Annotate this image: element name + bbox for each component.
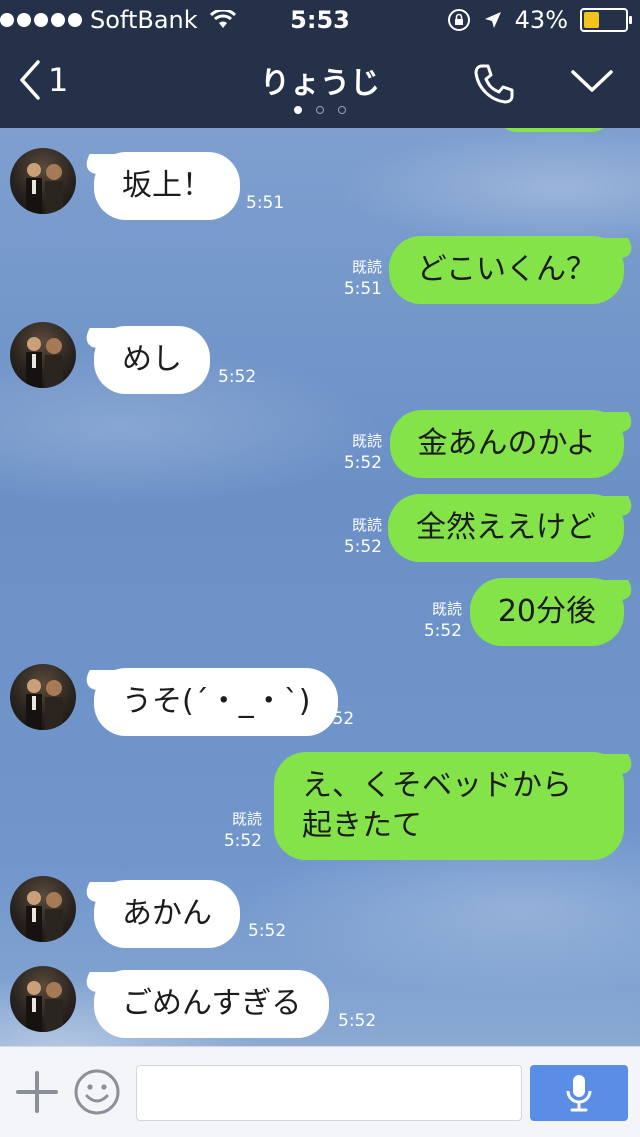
message-input-bar [0,1046,640,1137]
message-meta: 5:52 [316,708,354,730]
message-text: あかん [122,896,212,931]
message-text: どこいくん？ [416,252,596,287]
message-time: 5:52 [343,453,382,473]
message-text: ごめんすぎる [122,986,302,1021]
message-meta: 5:52 [338,1010,376,1032]
menu-toggle-button[interactable] [570,68,614,100]
message-bubble-outgoing[interactable]: 20分後 [469,578,624,646]
attach-button[interactable] [16,1071,58,1117]
message-time: 5:52 [338,1011,377,1031]
message-meta: 既読 5:52 [344,430,382,474]
avatar[interactable] [10,966,76,1032]
message-meta: 既読 5:52 [424,598,462,642]
message-time: 5:52 [316,709,355,729]
avatar[interactable] [10,876,76,942]
message-time: 5:51 [343,279,382,299]
message-time: 5:52 [248,921,287,941]
message-meta: 5:51 [246,192,284,214]
message-bubble-incoming[interactable]: めし [94,326,210,394]
message-text: え、くそベッドから起きたて [302,768,572,843]
page-dot [338,106,346,114]
avatar[interactable] [10,664,76,730]
message-time: 5:51 [246,193,285,213]
message-meta: 既読 5:51 [344,256,382,300]
message-meta: 既読 5:52 [344,514,382,558]
read-receipt: 既読 [351,258,382,276]
page-dot [316,106,324,114]
message-time: 5:52 [423,621,462,641]
battery-icon [580,8,632,32]
previous-message-bubble [498,128,610,132]
message-bubble-outgoing[interactable]: え、くそベッドから起きたて [274,752,624,860]
orientation-lock-icon [447,9,470,31]
message-text: 金あんのかよ [417,426,597,461]
message-meta: 5:52 [248,920,286,942]
sticker-button[interactable] [74,1069,120,1119]
smiley-icon [74,1069,120,1115]
plus-icon [16,1071,58,1113]
chat-header: 1 りょうじ [0,40,640,128]
message-text: 全然ええけど [416,510,596,545]
battery-percent: 43% [514,6,568,34]
message-bubble-incoming[interactable]: うそ(´・_・`) [94,668,339,736]
message-bubble-outgoing[interactable]: 金あんのかよ [389,410,624,478]
chevron-down-icon [571,70,613,92]
voice-input-button[interactable] [530,1065,628,1121]
location-arrow-icon [484,12,501,28]
message-time: 5:52 [223,831,262,851]
message-text: うそ(´・_・`) [122,684,311,719]
message-bubble-incoming[interactable]: 坂上！ [94,152,240,220]
status-right: 43% [447,6,632,34]
phone-icon [474,64,514,104]
page-indicator [0,106,640,114]
microphone-icon [566,1075,592,1112]
chat-title: りょうじ [260,66,380,101]
message-text: 20分後 [497,594,596,629]
read-receipt: 既読 [351,432,382,450]
message-meta: 5:52 [218,366,256,388]
message-bubble-outgoing[interactable]: どこいくん？ [388,236,624,304]
chat-area[interactable]: 坂上！ 5:51 既読 5:51 どこいくん？ めし 5:52 既読 5:52 … [0,128,640,1046]
message-bubble-incoming[interactable]: ごめんすぎる [94,970,330,1038]
read-receipt: 既読 [231,810,262,828]
message-text: 坂上！ [122,168,212,203]
read-receipt: 既読 [351,516,382,534]
call-button[interactable] [472,62,516,110]
message-text: めし [122,342,182,377]
page-dot [294,106,302,114]
message-time: 5:52 [343,537,382,557]
avatar[interactable] [10,148,76,214]
message-time: 5:52 [218,367,257,387]
message-meta: 既読 5:52 [224,808,262,852]
message-bubble-outgoing[interactable]: 全然ええけど [388,494,624,562]
message-input[interactable] [136,1065,522,1121]
status-bar: SoftBank 5:53 43% [0,0,640,40]
read-receipt: 既読 [431,600,462,618]
message-bubble-incoming[interactable]: あかん [94,880,240,948]
avatar[interactable] [10,322,76,388]
